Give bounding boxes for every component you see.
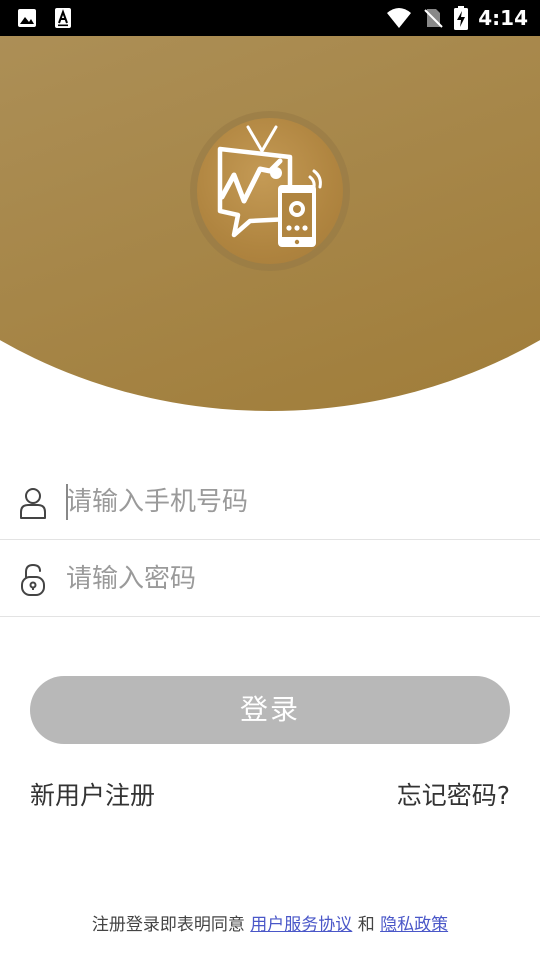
status-right: 4:14 xyxy=(386,6,528,30)
tv-phone-remote-logo xyxy=(217,125,322,247)
wifi-icon xyxy=(387,8,412,28)
register-link[interactable]: 新用户注册 xyxy=(30,776,155,812)
forgot-password-link[interactable]: 忘记密码? xyxy=(397,776,510,812)
status-left xyxy=(16,7,74,29)
clock: 4:14 xyxy=(478,6,528,30)
unlock-icon xyxy=(21,563,45,596)
password-input[interactable] xyxy=(66,559,506,599)
phone-field-row xyxy=(0,464,540,540)
status-bar: 4:14 xyxy=(0,0,540,36)
text-a-icon xyxy=(55,8,71,28)
battery-charging-icon xyxy=(454,6,469,30)
agreement-text: 注册登录即表明同意 用户服务协议 和 隐私政策 xyxy=(0,910,540,935)
login-button[interactable]: 登录 xyxy=(30,676,510,744)
image-icon xyxy=(18,9,36,27)
phone-input[interactable] xyxy=(66,482,506,522)
no-sim-icon xyxy=(424,9,443,28)
terms-link[interactable]: 用户服务协议 xyxy=(250,915,352,935)
user-icon xyxy=(20,488,46,519)
password-field-row xyxy=(0,541,540,617)
header-banner xyxy=(0,36,540,416)
privacy-link[interactable]: 隐私政策 xyxy=(380,915,448,935)
agreement-and: 和 xyxy=(357,915,375,935)
text-cursor xyxy=(66,484,68,520)
agreement-prefix: 注册登录即表明同意 xyxy=(91,915,245,935)
